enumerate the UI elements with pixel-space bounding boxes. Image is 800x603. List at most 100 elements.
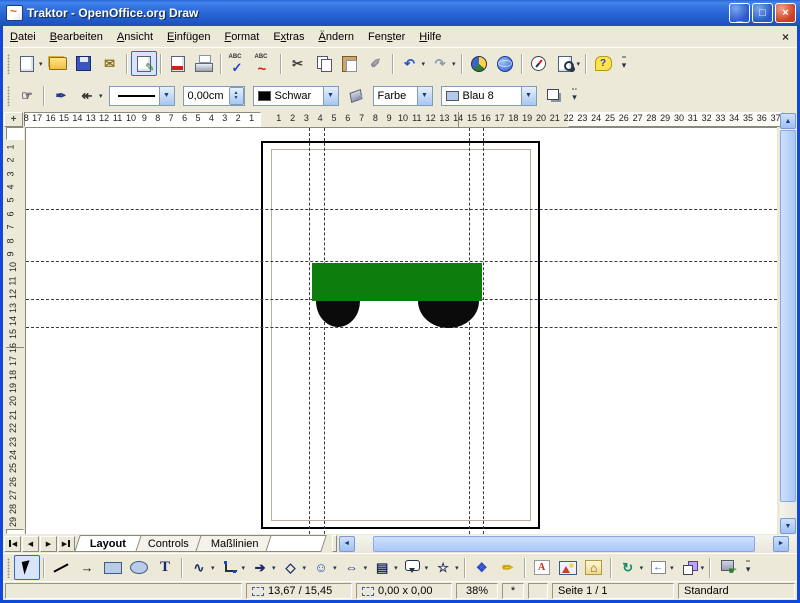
dropdown-arrow-icon[interactable]: ▾ — [364, 564, 368, 572]
arrow-shapes-button[interactable]: ⇔▾ — [339, 555, 370, 580]
status-position-cell[interactable]: 13,67 / 15,45 — [246, 583, 352, 599]
vertical-guide-line[interactable] — [324, 128, 325, 534]
spellcheck-button[interactable] — [225, 51, 251, 76]
copy-button[interactable] — [311, 51, 337, 76]
scroll-right-button[interactable]: ► — [773, 536, 789, 552]
spinner-icon[interactable]: ▲▼ — [229, 87, 244, 105]
basic-shapes-button[interactable]: ◇▾ — [278, 555, 309, 580]
interaction-button[interactable] — [714, 555, 740, 580]
toolbar-options-button[interactable] — [616, 51, 632, 76]
last-page-button[interactable]: ▶ — [58, 536, 75, 552]
dropdown-arrow-icon[interactable]: ▾ — [640, 564, 644, 572]
line-button[interactable] — [48, 555, 74, 580]
vertical-scroll-thumb[interactable] — [780, 130, 796, 502]
dropdown-arrow-icon[interactable]: ▾ — [272, 564, 276, 572]
menu-format[interactable]: Format — [217, 28, 266, 46]
line-dialog-button[interactable]: ✒ — [48, 83, 74, 108]
toolbar-options-button[interactable] — [740, 555, 756, 580]
line-color-select[interactable]: Schwar ▼ — [253, 86, 339, 106]
curve-button[interactable]: ∿▾ — [186, 555, 217, 580]
dropdown-arrow-icon[interactable]: ▾ — [394, 564, 398, 572]
title-bar[interactable]: Traktor - OpenOffice.org Draw _ □ × — [0, 0, 800, 26]
tab-layout[interactable]: Layout — [74, 535, 142, 552]
auto-spellcheck-button[interactable] — [251, 51, 277, 76]
vertical-guide-line[interactable] — [469, 128, 470, 534]
dropdown-arrow-icon[interactable]: ▾ — [577, 60, 581, 68]
connector-button[interactable]: ▾ — [217, 555, 248, 580]
gallery-button[interactable] — [492, 51, 518, 76]
status-style-cell[interactable]: Standard — [678, 583, 795, 599]
scroll-up-button[interactable]: ▲ — [780, 113, 796, 129]
combo-dropdown-icon[interactable]: ▼ — [159, 87, 174, 105]
combo-dropdown-icon[interactable]: ▼ — [521, 87, 536, 105]
dropdown-arrow-icon[interactable]: ▾ — [425, 564, 429, 572]
alignment-button[interactable]: ▾ — [645, 555, 676, 580]
status-size-cell[interactable]: 0,00 x 0,00 — [356, 583, 452, 599]
print-file-button[interactable] — [191, 51, 217, 76]
dropdown-arrow-icon[interactable]: ▾ — [333, 564, 337, 572]
navigator-button[interactable] — [526, 51, 552, 76]
export-pdf-button[interactable] — [165, 51, 191, 76]
tab-maßlinien[interactable]: Maßlinien — [195, 535, 274, 552]
insert-chart-button[interactable] — [466, 51, 492, 76]
new-document-button[interactable]: ▾ — [14, 51, 45, 76]
page-area[interactable] — [261, 141, 540, 529]
rotate-button[interactable]: ↻▾ — [615, 555, 646, 580]
line-ends-with-arrow-button[interactable]: → — [74, 555, 100, 580]
insert-picture-button[interactable] — [555, 555, 581, 580]
flowchart-shapes-button[interactable]: ▤▾ — [369, 555, 400, 580]
previous-page-button[interactable]: ◀ — [22, 536, 39, 552]
fill-color-select[interactable]: Blau 8 ▼ — [441, 86, 537, 106]
menu-bearbeiten[interactable]: Bearbeiten — [43, 28, 110, 46]
minimize-button[interactable]: _ — [729, 3, 750, 23]
dropdown-arrow-icon[interactable]: ▾ — [303, 564, 307, 572]
combo-dropdown-icon[interactable]: ▼ — [417, 87, 432, 105]
cut-button[interactable]: ✂ — [285, 51, 311, 76]
dropdown-arrow-icon[interactable]: ▾ — [211, 564, 215, 572]
dropdown-arrow-icon[interactable]: ▾ — [422, 60, 426, 68]
undo-button[interactable]: ↶▾ — [397, 51, 428, 76]
send-email-button[interactable]: ✉ — [97, 51, 123, 76]
status-page-cell[interactable]: Seite 1 / 1 — [552, 583, 674, 599]
dropdown-arrow-icon[interactable]: ▾ — [670, 564, 674, 572]
callout-shapes-button[interactable]: ▾ — [400, 555, 431, 580]
symbol-shapes-button[interactable]: ☺▾ — [308, 555, 339, 580]
menu-ansicht[interactable]: Ansicht — [110, 28, 160, 46]
document-close-icon[interactable]: × — [782, 30, 789, 44]
rectangle-button[interactable] — [100, 555, 126, 580]
dropdown-arrow-icon[interactable]: ▾ — [455, 564, 459, 572]
menu-fenster[interactable]: Fenster — [361, 28, 412, 46]
edit-points-button[interactable]: ❖ — [469, 555, 495, 580]
gallery-window-button[interactable] — [581, 555, 607, 580]
format-paintbrush-button[interactable]: ✐ — [363, 51, 389, 76]
edit-points-mode-button[interactable]: ☞ — [14, 83, 40, 108]
redo-button[interactable]: ↷▾ — [427, 51, 458, 76]
vertical-ruler[interactable]: 1234567891011121314151617181920212223242… — [6, 127, 24, 534]
open-document-button[interactable] — [45, 51, 71, 76]
arrow-style-button[interactable]: ↞▾ — [74, 83, 105, 108]
first-page-button[interactable]: ◀ — [4, 536, 21, 552]
block-arrow-button[interactable]: ➔▾ — [247, 555, 278, 580]
fill-style-select[interactable]: Farbe ▼ — [373, 86, 433, 106]
edit-file-button[interactable] — [131, 51, 157, 76]
horizontal-guide-line[interactable] — [26, 209, 777, 210]
save-document-button[interactable] — [71, 51, 97, 76]
dropdown-arrow-icon[interactable]: ▾ — [39, 60, 43, 68]
horizontal-ruler[interactable]: 1817161514131211109876543211234567891011… — [24, 112, 783, 127]
line-style-select[interactable]: ▼ — [109, 86, 175, 106]
next-page-button[interactable]: ▶ — [40, 536, 57, 552]
horizontal-scrollbar[interactable]: ◄ ► — [339, 535, 797, 553]
maximize-button[interactable]: □ — [752, 3, 773, 23]
horizontal-scroll-thumb[interactable] — [373, 536, 755, 552]
dropdown-arrow-icon[interactable]: ▾ — [99, 92, 103, 100]
line-width-input[interactable]: 0,00cm ▲▼ — [183, 86, 245, 106]
toolbar-grip[interactable] — [7, 86, 10, 106]
scroll-left-button[interactable]: ◄ — [339, 536, 355, 552]
glue-points-button[interactable]: ✏ — [495, 555, 521, 580]
horizontal-guide-line[interactable] — [26, 261, 777, 262]
combo-dropdown-icon[interactable]: ▼ — [323, 87, 338, 105]
menu-hilfe[interactable]: Hilfe — [412, 28, 448, 46]
scroll-down-button[interactable]: ▼ — [780, 518, 796, 534]
fill-dialog-button[interactable] — [343, 83, 369, 108]
dropdown-arrow-icon[interactable]: ▾ — [452, 60, 456, 68]
